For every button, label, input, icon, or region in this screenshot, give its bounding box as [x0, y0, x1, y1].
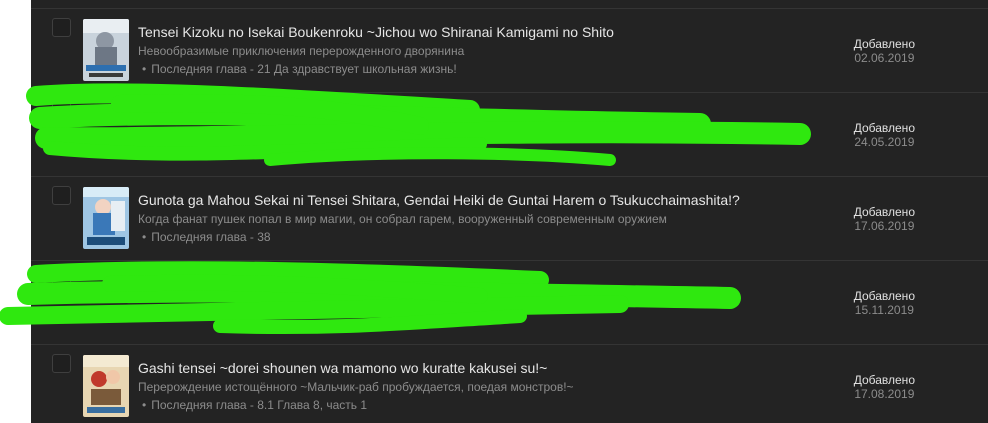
- manga-cover-image[interactable]: [83, 355, 129, 417]
- added-date: Добавлено 24.05.2019: [854, 121, 915, 149]
- bullet-icon: •: [142, 62, 147, 76]
- added-date: Добавлено 17.08.2019: [854, 373, 915, 401]
- latest-chapter-name: 21 Да здравствует школьная жизнь!: [257, 62, 457, 76]
- list-item: Tensei Kizoku no Isekai Boukenroku ~Jich…: [31, 8, 988, 92]
- added-date-value: 17.08.2019: [854, 387, 915, 401]
- select-checkbox[interactable]: [52, 186, 71, 205]
- added-label: Добавлено: [853, 289, 915, 303]
- latest-chapter-prefix: Последняя глава -: [151, 398, 258, 412]
- list-item: Gunota ga Mahou Sekai ni Tensei Shitara,…: [31, 176, 988, 260]
- manga-alt-title: Когда фанат пушек попал в мир магии, он …: [138, 212, 667, 226]
- added-date: Добавлено 17.06.2019: [854, 205, 915, 233]
- list-item: Добавлено 24.05.2019: [31, 92, 988, 176]
- bookmark-list: Tensei Kizoku no Isekai Boukenroku ~Jich…: [31, 0, 988, 423]
- select-checkbox[interactable]: [52, 354, 71, 373]
- manga-title-link[interactable]: Gashi tensei ~dorei shounen wa mamono wo…: [138, 360, 547, 376]
- added-date-value: 15.11.2019: [854, 303, 914, 317]
- manga-alt-title: Невообразимые приключения перерожденного…: [138, 44, 465, 58]
- list-item: Добавлено 15.11.2019: [31, 260, 988, 344]
- added-label: Добавлено: [853, 373, 915, 387]
- manga-alt-title: Перерождение истощённого ~Мальчик-раб пр…: [138, 380, 574, 394]
- latest-chapter-prefix: Последняя глава -: [151, 62, 258, 76]
- select-checkbox[interactable]: [52, 18, 71, 37]
- latest-chapter[interactable]: • Последняя глава - 21 Да здравствует шко…: [142, 62, 457, 76]
- latest-chapter-name: 8.1 Глава 8, часть 1: [257, 398, 368, 412]
- manga-cover-image[interactable]: [83, 19, 129, 81]
- added-date-value: 24.05.2019: [854, 135, 915, 149]
- added-date-value: 17.06.2019: [854, 219, 915, 233]
- latest-chapter-name: 38: [257, 230, 271, 244]
- latest-chapter-prefix: Последняя глава -: [151, 230, 258, 244]
- added-date: Добавлено 15.11.2019: [854, 289, 915, 317]
- latest-chapter[interactable]: • Последняя глава - 38: [142, 230, 271, 244]
- added-label: Добавлено: [853, 205, 915, 219]
- list-item: Gashi tensei ~dorei shounen wa mamono wo…: [31, 344, 988, 423]
- bullet-icon: •: [142, 398, 147, 412]
- added-label: Добавлено: [853, 37, 915, 51]
- bullet-icon: •: [142, 230, 147, 244]
- select-checkbox[interactable]: [52, 270, 71, 289]
- manga-title-link[interactable]: Tensei Kizoku no Isekai Boukenroku ~Jich…: [138, 24, 614, 40]
- select-checkbox[interactable]: [52, 102, 71, 121]
- latest-chapter[interactable]: • Последняя глава - 8.1 Глава 8, часть 1: [142, 398, 367, 412]
- manga-cover-image[interactable]: [83, 187, 129, 249]
- added-date: Добавлено 02.06.2019: [854, 37, 915, 65]
- added-date-value: 02.06.2019: [854, 51, 915, 65]
- manga-title-link[interactable]: Gunota ga Mahou Sekai ni Tensei Shitara,…: [138, 192, 740, 208]
- added-label: Добавлено: [853, 121, 915, 135]
